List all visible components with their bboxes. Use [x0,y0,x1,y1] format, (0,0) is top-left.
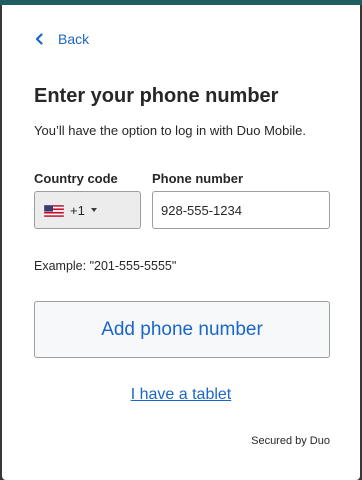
phone-number-label: Phone number [152,171,244,186]
page-subtitle: You’ll have the option to log in with Du… [34,123,306,138]
chevron-left-icon [34,31,50,47]
phone-example-hint: Example: "201-555-5555" [34,259,177,273]
dial-code: +1 [70,202,85,218]
us-flag-icon [43,204,65,218]
back-link-label: Back [58,31,90,47]
enrollment-card: Back Enter your phone number You’ll have… [2,5,360,480]
tablet-link-row: I have a tablet [2,386,360,404]
country-code-label: Country code [34,171,118,186]
add-phone-number-button[interactable]: Add phone number [34,301,330,358]
caret-down-icon [90,208,97,212]
i-have-a-tablet-link[interactable]: I have a tablet [131,386,232,403]
page-title: Enter your phone number [34,85,279,107]
back-link[interactable]: Back [34,31,89,47]
country-code-select[interactable]: +1 [34,191,141,229]
secured-by-duo: Secured by Duo [251,435,330,447]
phone-number-input[interactable] [152,191,330,229]
